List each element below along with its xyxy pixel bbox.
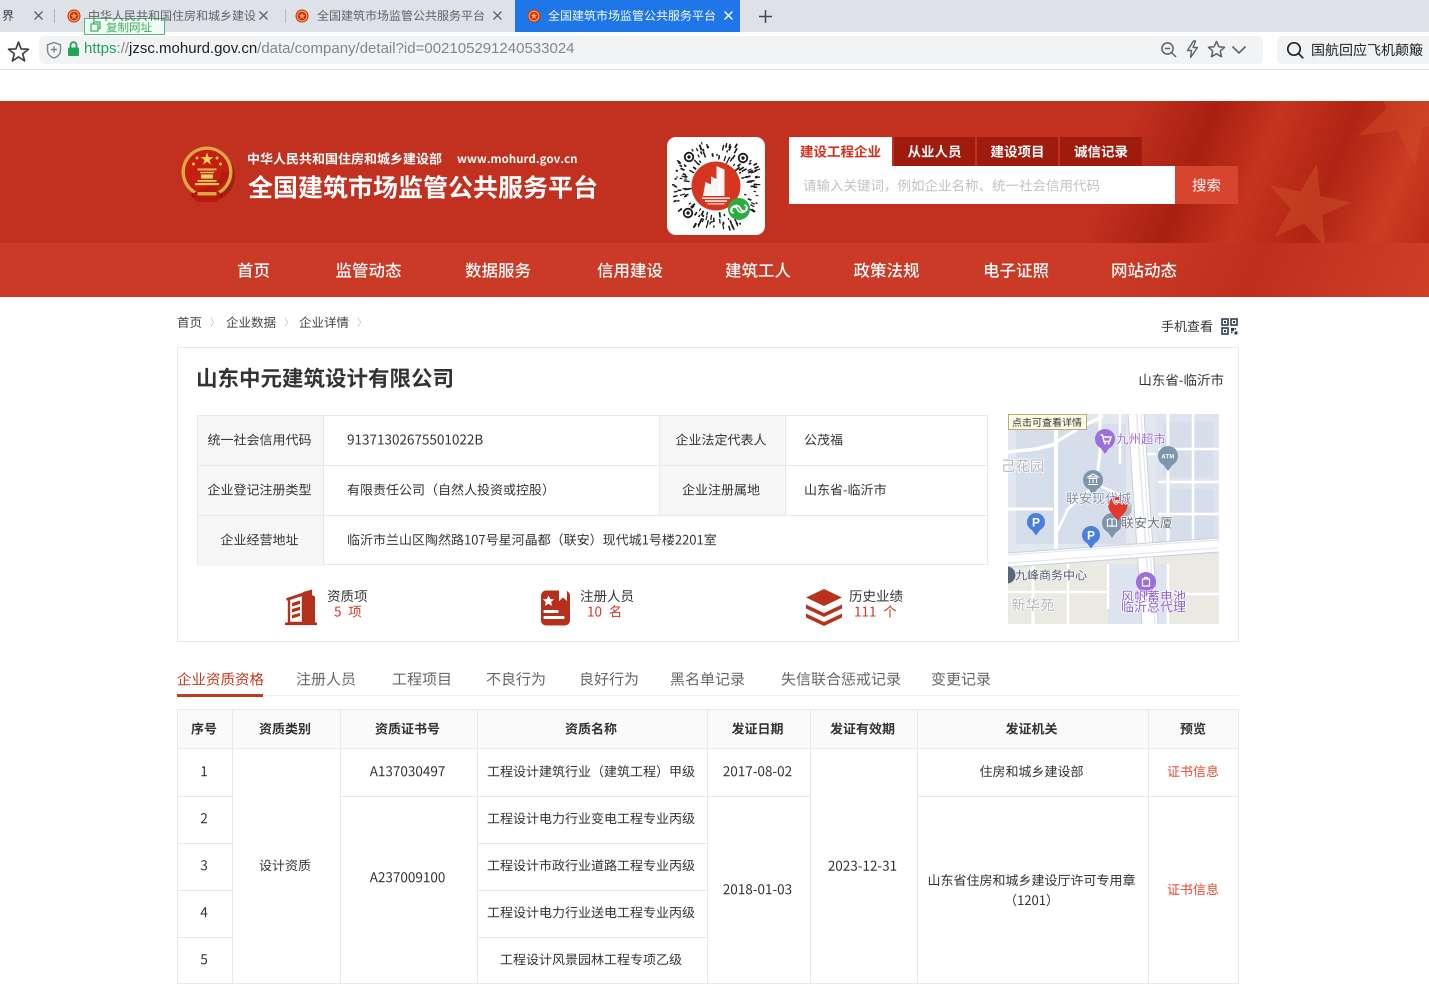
svg-text:P: P	[1032, 516, 1040, 530]
svg-text:P: P	[1087, 529, 1095, 543]
